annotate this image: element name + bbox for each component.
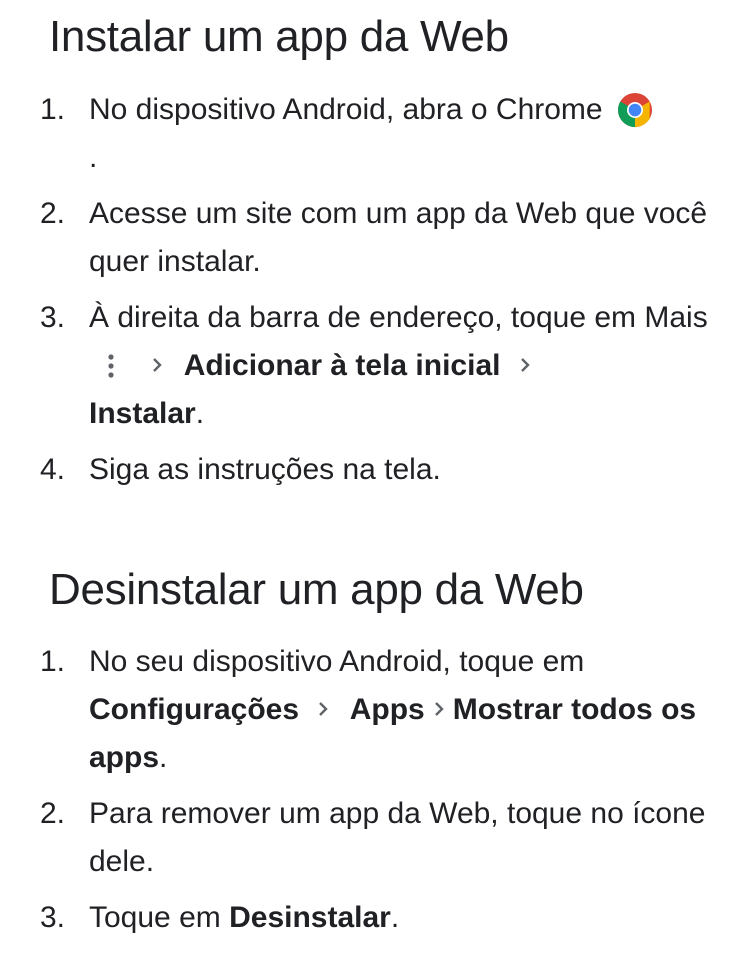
install-section-title: Instalar um app da Web — [49, 12, 509, 61]
step-number: 3. — [40, 301, 66, 334]
list-item: 4. Siga as instruções na tela. — [40, 446, 720, 494]
help-article: Instalar um app da Web 1. No dispositivo… — [0, 0, 750, 968]
chevron-right-icon — [319, 702, 329, 716]
uninstall-section-title: Desinstalar um app da Web — [49, 565, 584, 614]
step-text: Toque em — [89, 901, 221, 934]
chevron-right-icon — [434, 702, 444, 716]
step-text-end: . — [195, 397, 205, 430]
step-text: Para remover um app da Web, toque no íco… — [89, 797, 706, 878]
list-item: 2. Para remover um app da Web, toque no … — [40, 790, 720, 886]
install-steps-list: 1. No dispositivo Android, abra o Chrome… — [40, 86, 720, 502]
menu-path-apps: Apps — [349, 693, 425, 726]
step-number: 2. — [40, 197, 66, 230]
list-item: 1. No seu dispositivo Android, toque em … — [40, 638, 720, 782]
step-number: 3. — [40, 901, 66, 934]
list-item: 2. Acesse um site com um app da Web que … — [40, 190, 720, 286]
step-text: Siga as instruções na tela. — [89, 453, 441, 486]
chevron-right-icon — [520, 358, 530, 372]
uninstall-steps-list: 1. No seu dispositivo Android, toque em … — [40, 638, 720, 950]
list-item: 3. À direita da barra de endereço, toque… — [40, 294, 720, 438]
step-text: À direita da barra de endereço, toque em… — [89, 301, 708, 334]
step-number: 1. — [40, 645, 66, 678]
step-text-end: . — [89, 141, 98, 174]
menu-path-uninstall: Desinstalar — [229, 901, 391, 934]
step-number: 4. — [40, 453, 66, 486]
step-text-end: . — [390, 901, 400, 934]
chevron-right-icon — [153, 358, 163, 372]
step-text: Acesse um site com um app da Web que voc… — [89, 197, 708, 278]
more-vert-icon — [108, 354, 114, 378]
step-text: No seu dispositivo Android, toque em — [89, 645, 585, 678]
step-text-end: . — [159, 741, 168, 774]
step-text: No dispositivo Android, abra o Chrome — [89, 93, 603, 126]
menu-path-install: Instalar — [89, 397, 196, 430]
list-item: 3. Toque em Desinstalar. — [40, 894, 720, 942]
menu-path-settings: Configurações — [89, 693, 300, 726]
menu-path-add-home: Adicionar à tela inicial — [183, 349, 501, 382]
step-number: 1. — [40, 93, 66, 126]
step-number: 2. — [40, 797, 66, 830]
list-item: 1. No dispositivo Android, abra o Chrome… — [40, 86, 720, 182]
chrome-icon — [617, 93, 652, 127]
